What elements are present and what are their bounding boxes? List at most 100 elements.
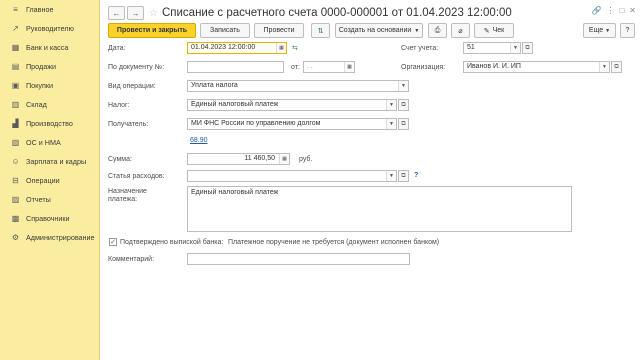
link-icon[interactable]: 🔗 xyxy=(591,6,601,15)
post-and-close-button[interactable]: Провести и закрыть xyxy=(108,23,196,38)
confirmed-note: Платежное поручение не требуется (докуме… xyxy=(228,239,440,246)
recipient-field[interactable]: МИ ФНС России по управлению долгом ▼ xyxy=(187,118,397,130)
recipient-label: Получатель: xyxy=(108,121,149,128)
tax-field[interactable]: Единый налоговый платеж ▼ xyxy=(187,99,397,111)
sidebar-item-admin[interactable]: ⚙ Администрирование xyxy=(0,228,99,247)
more-button[interactable]: Еще ▼ xyxy=(583,23,616,38)
sidebar-item-assets[interactable]: ▧ ОС и НМА xyxy=(0,133,99,152)
chevron-down-icon: ▼ xyxy=(605,27,611,34)
comment-field[interactable] xyxy=(187,253,410,265)
sidebar-item-reports[interactable]: ▨ Отчеты xyxy=(0,190,99,209)
attachment-icon[interactable]: ⌀ xyxy=(451,23,470,38)
gear-icon: ⚙ xyxy=(11,233,20,242)
sidebar-item-warehouse[interactable]: ▥ Склад xyxy=(0,95,99,114)
factory-icon: ▟ xyxy=(12,119,19,128)
sidebar-item-sales[interactable]: ▤ Продажи xyxy=(0,57,99,76)
page-title: Списание с расчетного счета 0000-000001 … xyxy=(161,7,512,19)
sidebar: ≡ Главное ↗ Руководителю ▦ Банк и касса … xyxy=(0,0,100,360)
copy-date-icon[interactable]: ⇆ xyxy=(292,44,298,52)
sidebar-item-label: Главное xyxy=(26,5,54,14)
sidebar-item-production[interactable]: ▟ Производство xyxy=(0,114,99,133)
forward-button[interactable]: → xyxy=(127,6,144,20)
help-button[interactable]: ? xyxy=(620,23,635,38)
sidebar-item-label: Руководителю xyxy=(26,24,74,33)
open-link-icon[interactable]: ⧉ xyxy=(522,42,533,54)
doc-no-label: По документу №: xyxy=(108,64,165,71)
create-based-on-button[interactable]: Создать на основании ▼ xyxy=(335,23,423,38)
bank-icon: ▦ xyxy=(11,43,20,52)
help-icon[interactable]: ? xyxy=(414,172,418,179)
chevron-down-icon: ▼ xyxy=(414,27,420,34)
account-field[interactable]: 51 ▼ xyxy=(463,42,521,54)
recipient-account-link[interactable]: 68.90 xyxy=(190,137,208,144)
expense-field[interactable]: ▼ xyxy=(187,170,397,182)
sidebar-item-main[interactable]: ≡ Главное xyxy=(0,0,99,19)
chevron-down-icon[interactable]: ▼ xyxy=(398,81,408,91)
sidebar-item-manager[interactable]: ↗ Руководителю xyxy=(0,19,99,38)
more-vertical-icon[interactable]: ⋮ xyxy=(606,6,614,15)
sidebar-item-label: Операции xyxy=(26,176,60,185)
sum-label: Сумма: xyxy=(108,156,132,163)
account-value: 51 xyxy=(467,44,475,51)
save-button[interactable]: Записать xyxy=(200,23,250,38)
receipt-icon: ✎ xyxy=(483,27,490,35)
calculator-icon[interactable]: ▦ xyxy=(279,154,289,164)
print-icon[interactable]: ⎙ xyxy=(428,23,447,38)
chevron-down-icon[interactable]: ▼ xyxy=(386,119,396,129)
sidebar-item-label: Производство xyxy=(26,119,73,128)
from-date-field[interactable]: . . ▦ xyxy=(303,61,355,73)
calendar-icon[interactable]: ▦ xyxy=(276,43,286,53)
currency-label: руб. xyxy=(299,156,313,163)
open-link-icon[interactable]: ⧉ xyxy=(398,99,409,111)
back-arrow-icon: ← xyxy=(112,8,121,18)
open-link-icon[interactable]: ⧉ xyxy=(398,118,409,130)
forward-arrow-icon: → xyxy=(131,8,140,18)
sum-field[interactable]: 11 460,50 ▦ xyxy=(187,153,290,165)
debit-credit-icon[interactable]: ⇅ xyxy=(311,23,330,38)
sidebar-item-label: ОС и НМА xyxy=(26,138,61,147)
check-button[interactable]: ✎ Чек xyxy=(474,23,514,38)
confirmed-checkbox[interactable]: ✓ xyxy=(109,238,117,246)
op-type-value: Уплата налога xyxy=(191,82,238,89)
chevron-down-icon[interactable]: ▼ xyxy=(386,100,396,110)
organization-field[interactable]: Иванов И. И. ИП ▼ xyxy=(463,61,610,73)
open-link-icon[interactable]: ⧉ xyxy=(398,170,409,182)
sidebar-item-purchases[interactable]: ▣ Покупки xyxy=(0,76,99,95)
chevron-down-icon[interactable]: ▼ xyxy=(386,171,396,181)
open-link-icon[interactable]: ⧉ xyxy=(611,61,622,73)
sidebar-item-salary[interactable]: ☺ Зарплата и кадры xyxy=(0,152,99,171)
star-icon[interactable]: ☆ xyxy=(149,8,158,19)
sidebar-item-reference[interactable]: ▩ Справочники xyxy=(0,209,99,228)
sidebar-item-bank[interactable]: ▦ Банк и касса xyxy=(0,38,99,57)
recipient-value: МИ ФНС России по управлению долгом xyxy=(191,120,321,127)
sum-value: 11 460,50 xyxy=(244,155,275,162)
from-label: от: xyxy=(291,64,300,71)
warehouse-icon: ▥ xyxy=(11,100,20,109)
account-label: Счет учета: xyxy=(401,45,439,52)
purpose-textarea[interactable]: Единый налоговый платеж xyxy=(187,186,572,232)
more-label: Еще xyxy=(588,27,604,34)
close-icon[interactable]: ✕ xyxy=(629,6,636,15)
menu-icon: ≡ xyxy=(13,5,18,14)
op-type-select[interactable]: Уплата налога ▼ xyxy=(187,80,409,92)
checkmark-icon: ✓ xyxy=(110,238,116,246)
sidebar-item-label: Продажи xyxy=(26,62,57,71)
maximize-icon[interactable]: □ xyxy=(619,6,624,15)
date-label: Дата: xyxy=(108,45,126,52)
calendar-icon[interactable]: ▦ xyxy=(344,62,354,72)
confirmed-label: Подтверждено выпиской банка: xyxy=(120,239,224,246)
from-date-value: . . xyxy=(307,63,313,70)
chevron-down-icon[interactable]: ▼ xyxy=(510,43,520,53)
sidebar-item-operations[interactable]: ⊟ Операции xyxy=(0,171,99,190)
doc-no-field[interactable] xyxy=(187,61,284,73)
basket-icon: ▣ xyxy=(11,81,20,90)
sidebar-item-label: Банк и касса xyxy=(26,43,69,52)
post-button[interactable]: Провести xyxy=(254,23,304,38)
sidebar-item-label: Склад xyxy=(26,100,47,109)
date-field[interactable]: 01.04.2023 12:00:00 ▦ xyxy=(187,42,287,54)
sidebar-item-label: Зарплата и кадры xyxy=(26,157,87,166)
back-button[interactable]: ← xyxy=(108,6,125,20)
organization-label: Организация: xyxy=(401,64,446,71)
cart-icon: ▤ xyxy=(11,62,20,71)
chevron-down-icon[interactable]: ▼ xyxy=(599,62,609,72)
